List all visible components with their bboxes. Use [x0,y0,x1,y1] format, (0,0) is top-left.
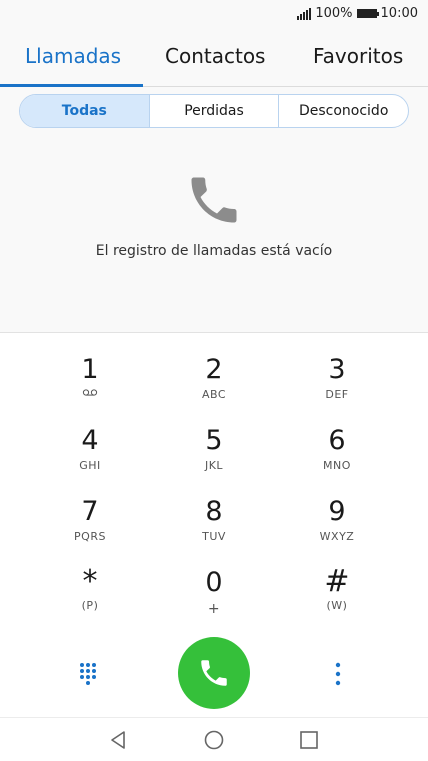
key-2[interactable]: 2 ABC [143,333,285,403]
key-3[interactable]: 3 DEF [266,333,408,403]
tab-llamadas[interactable]: Llamadas [25,44,121,68]
filter-desconocido[interactable]: Desconocido [279,95,408,127]
key-letters: MNO [323,459,351,472]
key-letters: TUV [202,530,226,543]
recents-icon[interactable] [297,728,321,752]
key-digit: 4 [81,425,99,456]
key-5[interactable]: 5 JKL [143,404,285,474]
clock: 10:00 [380,6,418,21]
main-tabs: Llamadas Contactos Favoritos [0,28,428,87]
phone-icon [201,660,227,686]
active-tab-indicator [0,84,143,87]
key-digit: 0 [205,567,223,598]
key-digit: # [324,564,350,599]
status-bar: 100% 10:00 [0,0,428,28]
key-1[interactable]: 1 [19,333,161,403]
system-navigation-bar [0,717,428,761]
key-8[interactable]: 8 TUV [143,475,285,545]
key-letters: PQRS [74,530,106,543]
empty-log-message: El registro de llamadas está vacío [95,243,333,259]
key-digit: 9 [328,496,346,527]
call-filter: Todas Perdidas Desconocido [19,94,409,128]
tab-favoritos[interactable]: Favoritos [313,44,403,68]
key-digit: 7 [81,496,99,527]
signal-icon [297,7,312,20]
key-letters: (W) [326,599,348,612]
phone-icon [184,170,244,230]
key-letters: ABC [201,388,227,401]
key-hash[interactable]: # (W) [266,546,408,616]
key-7[interactable]: 7 PQRS [19,475,161,545]
key-letters: GHI [79,459,101,472]
battery-percent: 100% [315,6,353,21]
key-digit: 2 [205,354,223,385]
key-digit: 8 [205,496,223,527]
filter-todas[interactable]: Todas [20,95,150,127]
key-9[interactable]: 9 WXYZ [266,475,408,545]
key-digit: 6 [328,425,346,456]
key-0[interactable]: 0 + [143,546,285,618]
key-6[interactable]: 6 MNO [266,404,408,474]
tab-contactos[interactable]: Contactos [165,44,265,68]
home-icon[interactable] [202,728,226,752]
dial-keypad: 1 2 ABC 3 DEF 4 GHI 5 JKL 6 MNO 7 PQRS 8… [0,332,428,718]
key-letters: + [207,601,221,617]
key-digit: 1 [81,354,99,385]
battery-icon [356,9,379,18]
key-digit: * [82,564,98,599]
key-star[interactable]: * (P) [19,546,161,616]
back-icon[interactable] [106,728,130,752]
dialpad-toggle-icon[interactable] [78,661,102,687]
voicemail-icon [82,389,98,396]
key-digit: 3 [328,354,346,385]
more-options-icon[interactable] [330,661,346,687]
key-letters: (P) [81,599,99,612]
key-letters: DEF [325,388,349,401]
filter-perdidas[interactable]: Perdidas [150,95,280,127]
call-button[interactable] [178,637,250,709]
key-digit: 5 [205,425,223,456]
status-indicators: 100% 10:00 [297,6,418,21]
key-letters: JKL [204,459,224,472]
key-4[interactable]: 4 GHI [19,404,161,474]
key-letters: WXYZ [319,530,355,543]
